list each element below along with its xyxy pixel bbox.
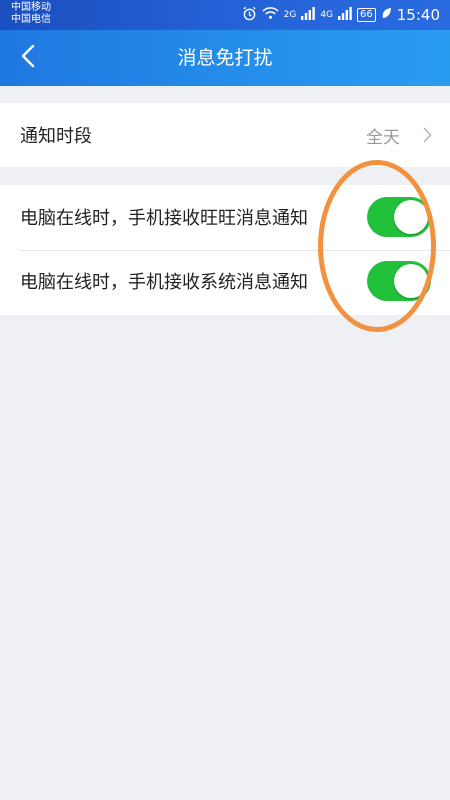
page-title: 消息免打扰	[177, 47, 273, 69]
battery-icon: 66	[357, 8, 376, 22]
notify-period-value: 全天	[366, 127, 400, 148]
wifi-icon	[262, 6, 279, 24]
notify-period-section: 通知时段 全天	[0, 103, 450, 167]
wangwang-notify-row: 电脑在线时，手机接收旺旺消息通知	[0, 185, 450, 249]
system-notify-row: 电脑在线时，手机接收系统消息通知	[0, 249, 450, 313]
wangwang-notify-toggle[interactable]	[367, 197, 431, 237]
toggle-knob	[394, 264, 428, 298]
notify-period-row[interactable]: 通知时段 全天	[0, 103, 450, 167]
network-type-1: 2G	[283, 10, 297, 20]
alarm-icon	[242, 6, 257, 25]
status-bar: 中国移动 中国电信 2G 4G 66 15:40	[0, 0, 450, 30]
signal-icon	[338, 6, 352, 24]
wangwang-notify-label: 电脑在线时，手机接收旺旺消息通知	[20, 208, 308, 229]
clock: 15:40	[396, 6, 440, 24]
chevron-right-icon	[423, 127, 432, 147]
carrier-2: 中国电信	[11, 14, 51, 25]
system-notify-toggle[interactable]	[367, 261, 431, 301]
network-type-2: 4G	[320, 10, 334, 20]
signal-icon	[301, 6, 316, 24]
status-icons: 2G 4G 66 15:40	[242, 0, 440, 30]
notification-toggles-section: 电脑在线时，手机接收旺旺消息通知 电脑在线时，手机接收系统消息通知	[0, 185, 450, 315]
toggle-knob	[394, 200, 428, 234]
back-arrow-icon	[21, 44, 35, 72]
back-button[interactable]	[8, 38, 48, 78]
notify-period-label: 通知时段	[20, 126, 92, 147]
leaf-icon	[381, 7, 392, 24]
system-notify-label: 电脑在线时，手机接收系统消息通知	[20, 272, 308, 293]
carrier-info: 中国移动 中国电信	[11, 2, 51, 26]
carrier-1: 中国移动	[11, 2, 51, 13]
nav-bar: 消息免打扰	[0, 30, 450, 86]
